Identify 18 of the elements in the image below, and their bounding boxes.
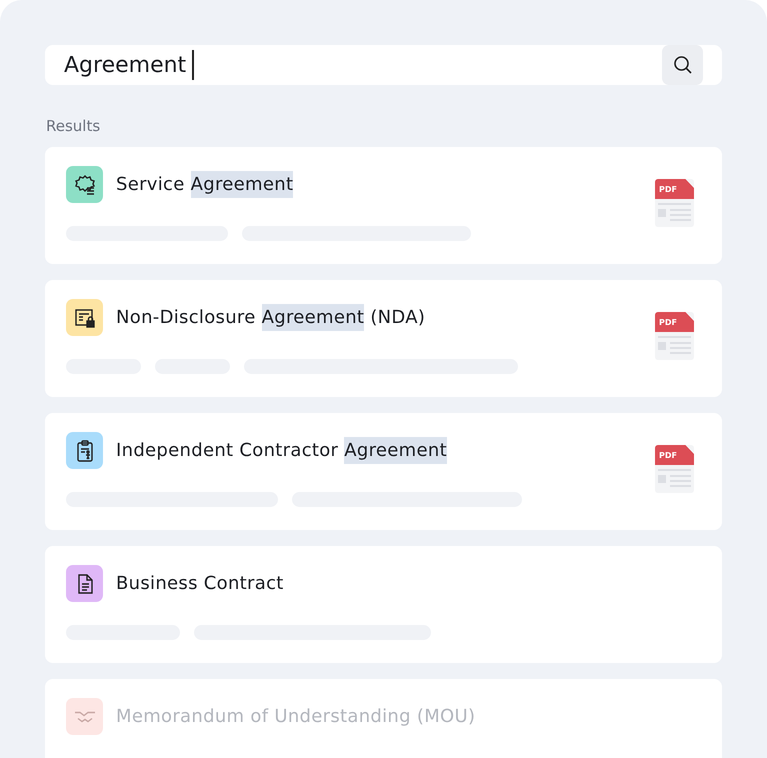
search-icon [672,55,692,75]
text-cursor [192,50,194,80]
result-card[interactable]: Service Agreement PDF [45,147,722,264]
search-field[interactable]: Agreement [45,45,722,85]
pdf-file-icon: PDF [655,445,694,493]
result-title: Business Contract [116,573,284,594]
result-card[interactable]: Business Contract [45,546,722,663]
pdf-file-icon: PDF [655,312,694,360]
result-title: Service Agreement [116,174,294,195]
search-button[interactable] [662,45,703,85]
results-label: Results [46,117,102,135]
result-card[interactable]: Non-Disclosure Agreement (NDA) PDF [45,280,722,397]
search-value: Agreement [64,52,186,78]
result-title: Non-Disclosure Agreement (NDA) [116,307,426,328]
result-card[interactable]: Independent Contractor Agreement PDF [45,413,722,530]
result-title: Independent Contractor Agreement [116,440,447,461]
result-title: Memorandum of Understanding (MOU) [116,706,476,727]
pdf-file-icon: PDF [655,179,694,227]
